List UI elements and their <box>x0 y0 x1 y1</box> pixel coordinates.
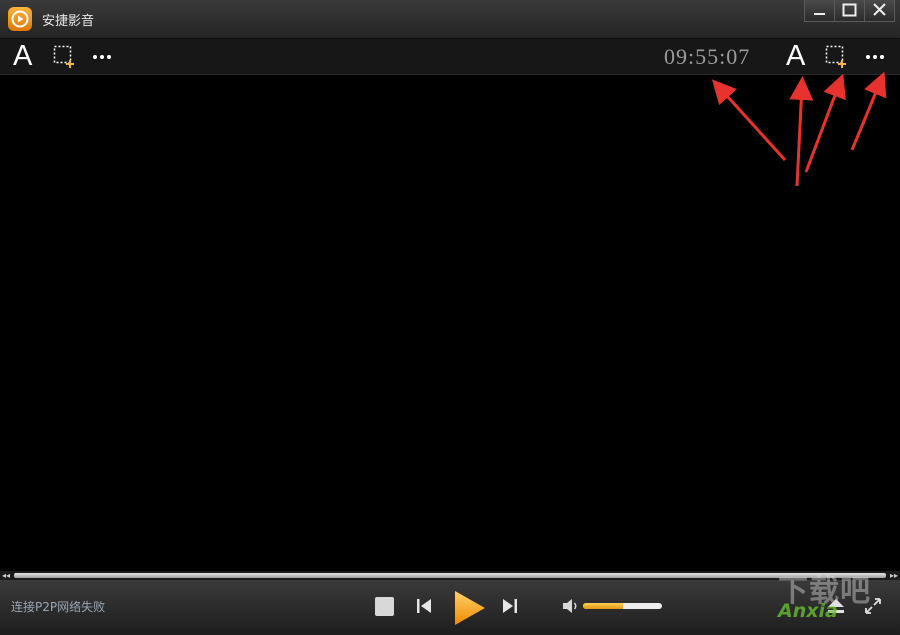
seek-bar[interactable]: ◂◂ ▸▸ <box>0 571 900 580</box>
control-bar: 连接P2P网络失败 <box>0 580 900 635</box>
arrow-to-screenshot <box>804 73 846 173</box>
arrow-to-more <box>850 71 887 151</box>
watermark: 下载吧 Anxia <box>778 566 890 630</box>
next-icon[interactable] <box>500 597 520 615</box>
volume-icon[interactable] <box>561 597 581 615</box>
seek-back-icon[interactable]: ◂◂ <box>2 571 10 580</box>
watermark-bottom: Anxia <box>778 600 838 622</box>
seek-track[interactable] <box>14 573 886 578</box>
status-text: 连接P2P网络失败 <box>11 600 106 614</box>
seek-forward-icon[interactable]: ▸▸ <box>890 571 898 580</box>
annotation-arrows <box>711 71 887 187</box>
volume-slider[interactable] <box>583 603 662 609</box>
volume-level <box>583 603 623 609</box>
stop-icon[interactable] <box>374 596 396 618</box>
arrow-to-clock <box>711 79 787 162</box>
previous-icon[interactable] <box>415 597 435 615</box>
arrow-to-font <box>789 76 814 187</box>
play-icon[interactable] <box>452 589 488 627</box>
